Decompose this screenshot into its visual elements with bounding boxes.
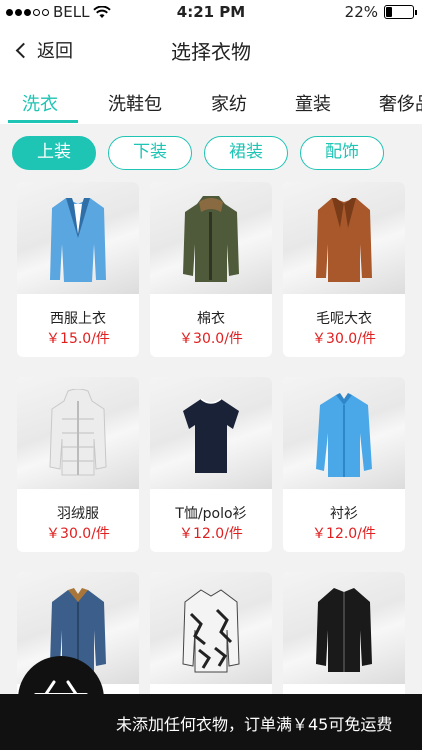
subcategory-tabs: 上装 下装 裙装 配饰	[0, 124, 422, 180]
page-title: 选择衣物	[171, 40, 251, 64]
product-image	[283, 572, 405, 684]
product-card[interactable]: 毛呢大衣 ￥30.0/件	[283, 182, 405, 357]
subtab-accessories[interactable]: 配饰	[300, 136, 384, 170]
black-jacket-icon	[316, 588, 372, 672]
product-name: 羽绒服	[57, 506, 99, 522]
tab-home-textiles[interactable]: 家纺	[211, 90, 247, 116]
patterned-shirt-icon	[182, 589, 240, 673]
product-price: ￥30.0/件	[46, 526, 110, 542]
tshirt-icon	[183, 398, 239, 473]
active-tab-indicator	[8, 120, 78, 123]
product-name: 毛呢大衣	[316, 311, 372, 327]
product-image	[17, 182, 139, 294]
product-image	[283, 182, 405, 294]
product-price: ￥15.0/件	[46, 331, 110, 347]
product-price: ￥30.0/件	[179, 331, 243, 347]
down-jacket-icon	[49, 389, 107, 476]
tab-laundry[interactable]: 洗衣	[22, 90, 58, 116]
product-name: 棉衣	[197, 311, 225, 327]
padded-jacket-icon	[183, 196, 239, 282]
product-card[interactable]: 衬衫 ￥12.0/件	[283, 377, 405, 552]
tab-shoes-bags[interactable]: 洗鞋包	[108, 90, 162, 116]
product-price: ￥30.0/件	[312, 331, 376, 347]
wool-coat-icon	[316, 198, 372, 282]
product-name: 西服上衣	[50, 311, 106, 327]
tab-kids-wear[interactable]: 童装	[295, 90, 331, 116]
battery-percent: 22%	[344, 3, 378, 21]
product-image	[283, 377, 405, 489]
product-card[interactable]: T恤/polo衫 ￥12.0/件	[150, 377, 272, 552]
product-name: T恤/polo衫	[175, 506, 247, 522]
product-price: ￥12.0/件	[179, 526, 243, 542]
bottom-cart-bar: 未添加任何衣物，订单满￥45可免运费	[0, 694, 422, 750]
nav-bar: 返回 选择衣物	[0, 24, 422, 76]
product-name: 衬衫	[330, 506, 358, 522]
subtab-bottoms[interactable]: 下装	[108, 136, 192, 170]
subtab-dresses[interactable]: 裙装	[204, 136, 288, 170]
shirt-icon	[316, 393, 372, 477]
product-price: ￥12.0/件	[312, 526, 376, 542]
battery-icon	[384, 5, 417, 19]
category-tabs: 洗衣 洗鞋包 家纺 童装 奢侈品	[0, 76, 422, 124]
subtab-tops[interactable]: 上装	[12, 136, 96, 170]
cart-status-text: 未添加任何衣物，订单满￥45可免运费	[116, 715, 393, 734]
product-image	[150, 572, 272, 684]
product-card[interactable]: 棉衣 ￥30.0/件	[150, 182, 272, 357]
product-image	[17, 377, 139, 489]
status-bar: BELL 4:21 PM 22%	[0, 0, 422, 24]
product-image	[150, 182, 272, 294]
product-card[interactable]: 羽绒服 ￥30.0/件	[17, 377, 139, 552]
product-card[interactable]: 西服上衣 ￥15.0/件	[17, 182, 139, 357]
tab-luxury[interactable]: 奢侈品	[379, 90, 422, 116]
blazer-icon	[50, 198, 106, 282]
product-image	[150, 377, 272, 489]
